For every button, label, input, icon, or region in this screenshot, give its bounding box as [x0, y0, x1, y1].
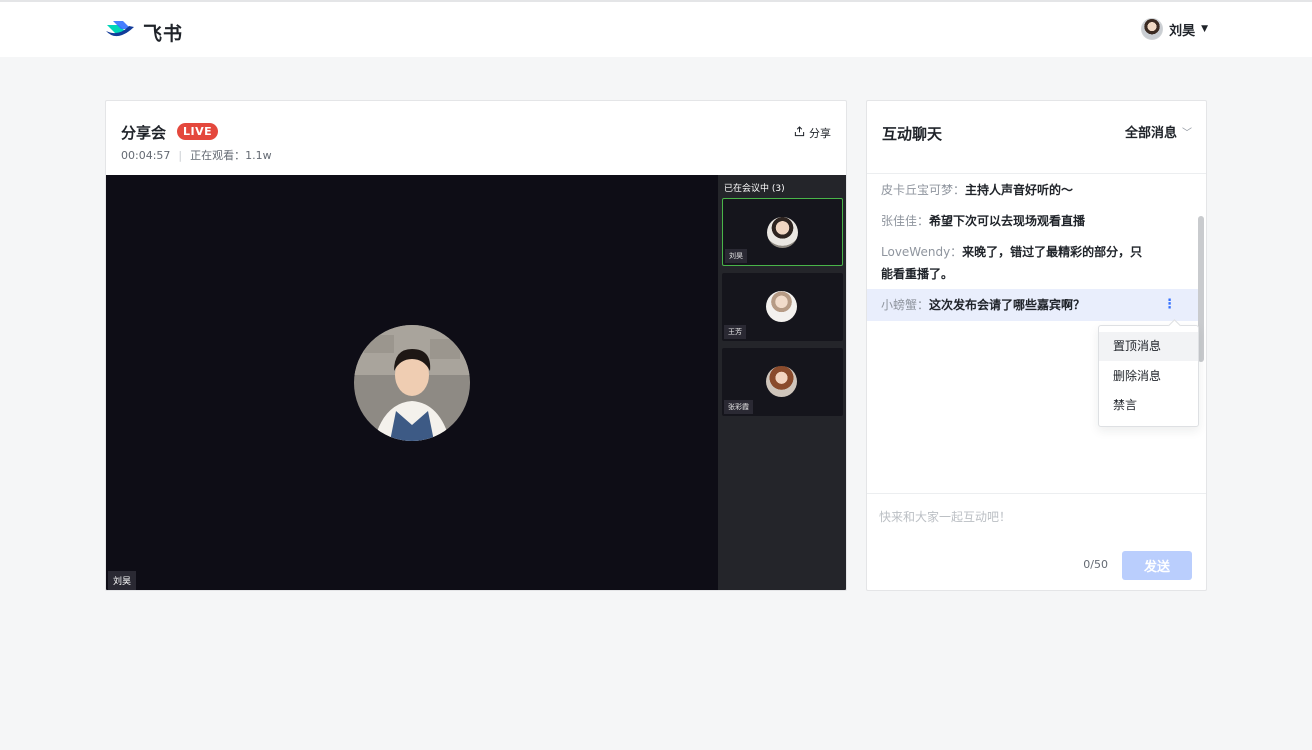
app-name: 飞书 — [143, 22, 184, 45]
message-text: 这次发布会请了哪些嘉宾啊？ — [929, 298, 1086, 312]
participant-name: 王芳 — [724, 325, 746, 339]
message-nick: 张佳佳： — [881, 214, 930, 228]
meta-divider: | — [178, 148, 183, 162]
viewer-count: 正在观看：1.1w — [190, 149, 272, 162]
user-name: 刘昊 — [1169, 23, 1196, 39]
speaker-avatar — [354, 325, 470, 441]
message-nick: LoveWendy： — [881, 245, 963, 259]
user-menu[interactable]: 刘昊 ▼ — [1141, 18, 1208, 40]
top-bar: 飞书 刘昊 ▼ — [0, 0, 1312, 57]
message-nick: 皮卡丘宝可梦： — [881, 183, 966, 197]
live-meta: 00:04:57 | 正在观看：1.1w — [121, 147, 272, 163]
char-counter: 0/50 — [1083, 558, 1108, 571]
live-title: 分享会 — [121, 124, 167, 142]
chat-input-area: 0/50 发送 — [867, 493, 1206, 590]
live-panel: 分享会 LIVE 00:04:57 | 正在观看：1.1w 分享 刘昊 已在会议… — [105, 100, 847, 591]
caret-down-icon: ▼ — [1201, 24, 1208, 34]
chat-message[interactable]: 张佳佳：希望下次可以去现场观看直播 — [867, 210, 1198, 232]
chat-message[interactable]: 皮卡丘宝可梦：主持人声音好听的～ — [867, 179, 1198, 201]
participant-name: 刘昊 — [725, 249, 747, 263]
feishu-logo-icon — [105, 17, 135, 47]
chat-message[interactable]: LoveWendy：来晚了，错过了最精彩的部分，只能看重播了。 — [867, 241, 1198, 285]
avatar — [766, 366, 797, 397]
more-vertical-icon[interactable]: ⋮ — [1163, 294, 1176, 316]
menu-item-mute[interactable]: 禁言 — [1099, 391, 1198, 420]
participant-tile[interactable]: 刘昊 — [722, 198, 843, 266]
speaker-label: 刘昊 — [108, 571, 137, 590]
share-button[interactable]: 分享 — [794, 125, 831, 141]
share-label: 分享 — [809, 127, 831, 140]
message-context-menu: 置顶消息 删除消息 禁言 — [1098, 325, 1199, 427]
message-text: 希望下次可以去现场观看直播 — [929, 214, 1086, 228]
avatar — [766, 291, 797, 322]
message-nick: 小螃蟹： — [881, 298, 930, 312]
chevron-down-icon: ﹀ — [1182, 128, 1192, 139]
elapsed-time: 00:04:57 — [121, 148, 171, 162]
chat-title: 互动聊天 — [882, 125, 943, 143]
live-badge: LIVE — [177, 123, 219, 140]
participant-tile[interactable]: 张彩霞 — [722, 348, 843, 416]
share-icon — [794, 126, 805, 140]
video-stage[interactable]: 刘昊 — [106, 175, 718, 590]
chat-message-hovered[interactable]: 小螃蟹：这次发布会请了哪些嘉宾啊？ ⋮ — [867, 289, 1198, 321]
chat-header: 互动聊天 全部消息 ﹀ — [867, 101, 1206, 174]
menu-item-delete[interactable]: 删除消息 — [1099, 362, 1198, 391]
participants-title: 已在会议中 (3) — [724, 184, 785, 194]
app-logo[interactable]: 飞书 — [105, 17, 183, 47]
message-text: 主持人声音好听的～ — [965, 183, 1074, 197]
participant-name: 张彩霞 — [724, 400, 753, 414]
chat-input[interactable] — [879, 504, 1189, 530]
avatar — [1141, 18, 1164, 40]
participants-panel: 已在会议中 (3) 刘昊 王芳 张彩霞 — [718, 175, 846, 590]
message-filter-dropdown[interactable]: 全部消息 ﹀ — [1125, 122, 1192, 141]
send-button[interactable]: 发送 — [1122, 551, 1192, 580]
live-header: 分享会 LIVE 00:04:57 | 正在观看：1.1w 分享 — [106, 101, 846, 175]
filter-label: 全部消息 — [1124, 126, 1177, 141]
menu-item-pin[interactable]: 置顶消息 — [1099, 332, 1198, 361]
avatar — [767, 217, 798, 248]
chat-panel: 互动聊天 全部消息 ﹀ 皮卡丘宝可梦：主持人声音好听的～ 张佳佳：希望下次可以去… — [866, 100, 1207, 591]
message-list[interactable]: 皮卡丘宝可梦：主持人声音好听的～ 张佳佳：希望下次可以去现场观看直播 LoveW… — [867, 175, 1206, 493]
participant-tile[interactable]: 王芳 — [722, 273, 843, 341]
